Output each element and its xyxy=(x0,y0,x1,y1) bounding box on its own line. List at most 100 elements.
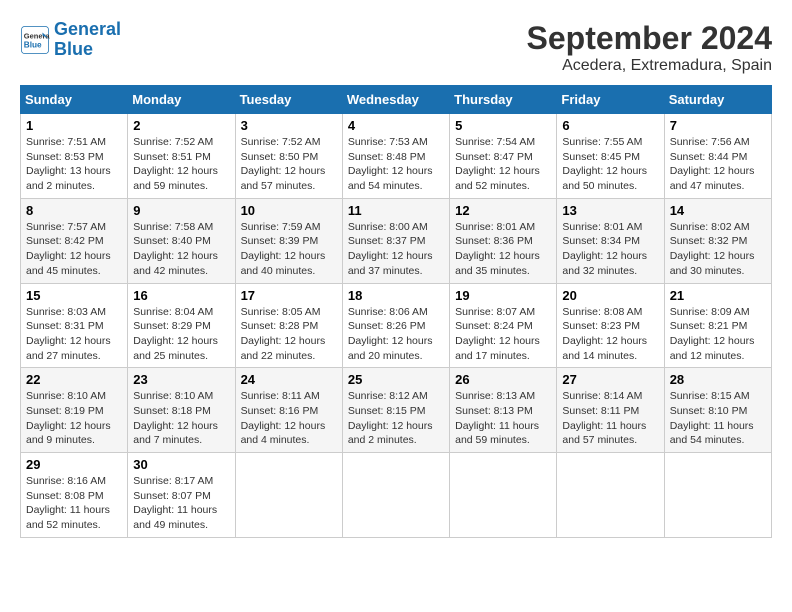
day-number: 21 xyxy=(670,288,766,303)
calendar-cell: 20 Sunrise: 8:08 AMSunset: 8:23 PMDaylig… xyxy=(557,283,664,368)
day-number: 23 xyxy=(133,372,229,387)
day-number: 15 xyxy=(26,288,122,303)
calendar-cell: 5 Sunrise: 7:54 AMSunset: 8:47 PMDayligh… xyxy=(450,114,557,199)
svg-text:Blue: Blue xyxy=(24,40,42,49)
day-number: 12 xyxy=(455,203,551,218)
day-info: Sunrise: 8:15 AMSunset: 8:10 PMDaylight:… xyxy=(670,389,766,448)
day-info: Sunrise: 8:00 AMSunset: 8:37 PMDaylight:… xyxy=(348,220,444,279)
calendar-cell: 13 Sunrise: 8:01 AMSunset: 8:34 PMDaylig… xyxy=(557,198,664,283)
calendar-week-row: 22 Sunrise: 8:10 AMSunset: 8:19 PMDaylig… xyxy=(21,368,772,453)
calendar-cell: 28 Sunrise: 8:15 AMSunset: 8:10 PMDaylig… xyxy=(664,368,771,453)
day-info: Sunrise: 8:03 AMSunset: 8:31 PMDaylight:… xyxy=(26,305,122,364)
weekday-header-thursday: Thursday xyxy=(450,86,557,114)
day-info: Sunrise: 8:14 AMSunset: 8:11 PMDaylight:… xyxy=(562,389,658,448)
day-info: Sunrise: 8:04 AMSunset: 8:29 PMDaylight:… xyxy=(133,305,229,364)
day-number: 26 xyxy=(455,372,551,387)
day-number: 13 xyxy=(562,203,658,218)
calendar-table: SundayMondayTuesdayWednesdayThursdayFrid… xyxy=(20,85,772,538)
day-info: Sunrise: 7:51 AMSunset: 8:53 PMDaylight:… xyxy=(26,135,122,194)
day-number: 29 xyxy=(26,457,122,472)
calendar-cell xyxy=(450,453,557,538)
day-info: Sunrise: 7:52 AMSunset: 8:50 PMDaylight:… xyxy=(241,135,337,194)
day-number: 28 xyxy=(670,372,766,387)
calendar-cell: 30 Sunrise: 8:17 AMSunset: 8:07 PMDaylig… xyxy=(128,453,235,538)
day-number: 14 xyxy=(670,203,766,218)
calendar-cell: 10 Sunrise: 7:59 AMSunset: 8:39 PMDaylig… xyxy=(235,198,342,283)
calendar-cell: 24 Sunrise: 8:11 AMSunset: 8:16 PMDaylig… xyxy=(235,368,342,453)
calendar-cell: 16 Sunrise: 8:04 AMSunset: 8:29 PMDaylig… xyxy=(128,283,235,368)
calendar-cell: 21 Sunrise: 8:09 AMSunset: 8:21 PMDaylig… xyxy=(664,283,771,368)
weekday-header-wednesday: Wednesday xyxy=(342,86,449,114)
day-info: Sunrise: 8:12 AMSunset: 8:15 PMDaylight:… xyxy=(348,389,444,448)
day-info: Sunrise: 7:55 AMSunset: 8:45 PMDaylight:… xyxy=(562,135,658,194)
day-number: 9 xyxy=(133,203,229,218)
day-info: Sunrise: 7:59 AMSunset: 8:39 PMDaylight:… xyxy=(241,220,337,279)
day-info: Sunrise: 8:01 AMSunset: 8:34 PMDaylight:… xyxy=(562,220,658,279)
calendar-cell: 19 Sunrise: 8:07 AMSunset: 8:24 PMDaylig… xyxy=(450,283,557,368)
day-number: 25 xyxy=(348,372,444,387)
calendar-cell: 26 Sunrise: 8:13 AMSunset: 8:13 PMDaylig… xyxy=(450,368,557,453)
day-number: 19 xyxy=(455,288,551,303)
day-info: Sunrise: 8:16 AMSunset: 8:08 PMDaylight:… xyxy=(26,474,122,533)
day-info: Sunrise: 8:02 AMSunset: 8:32 PMDaylight:… xyxy=(670,220,766,279)
calendar-cell: 15 Sunrise: 8:03 AMSunset: 8:31 PMDaylig… xyxy=(21,283,128,368)
calendar-cell: 18 Sunrise: 8:06 AMSunset: 8:26 PMDaylig… xyxy=(342,283,449,368)
day-number: 6 xyxy=(562,118,658,133)
calendar-title: September 2024 xyxy=(527,20,772,57)
day-info: Sunrise: 8:08 AMSunset: 8:23 PMDaylight:… xyxy=(562,305,658,364)
day-number: 7 xyxy=(670,118,766,133)
day-info: Sunrise: 8:07 AMSunset: 8:24 PMDaylight:… xyxy=(455,305,551,364)
weekday-header-sunday: Sunday xyxy=(21,86,128,114)
weekday-header-tuesday: Tuesday xyxy=(235,86,342,114)
calendar-cell: 17 Sunrise: 8:05 AMSunset: 8:28 PMDaylig… xyxy=(235,283,342,368)
logo: General Blue General Blue xyxy=(20,20,121,60)
day-number: 24 xyxy=(241,372,337,387)
day-info: Sunrise: 8:17 AMSunset: 8:07 PMDaylight:… xyxy=(133,474,229,533)
day-info: Sunrise: 8:01 AMSunset: 8:36 PMDaylight:… xyxy=(455,220,551,279)
day-info: Sunrise: 8:05 AMSunset: 8:28 PMDaylight:… xyxy=(241,305,337,364)
calendar-cell: 9 Sunrise: 7:58 AMSunset: 8:40 PMDayligh… xyxy=(128,198,235,283)
day-info: Sunrise: 8:09 AMSunset: 8:21 PMDaylight:… xyxy=(670,305,766,364)
calendar-cell xyxy=(557,453,664,538)
day-info: Sunrise: 8:11 AMSunset: 8:16 PMDaylight:… xyxy=(241,389,337,448)
day-number: 3 xyxy=(241,118,337,133)
weekday-header-monday: Monday xyxy=(128,86,235,114)
calendar-subtitle: Acedera, Extremadura, Spain xyxy=(527,57,772,75)
calendar-cell: 11 Sunrise: 8:00 AMSunset: 8:37 PMDaylig… xyxy=(342,198,449,283)
calendar-cell: 8 Sunrise: 7:57 AMSunset: 8:42 PMDayligh… xyxy=(21,198,128,283)
day-info: Sunrise: 7:57 AMSunset: 8:42 PMDaylight:… xyxy=(26,220,122,279)
calendar-cell: 7 Sunrise: 7:56 AMSunset: 8:44 PMDayligh… xyxy=(664,114,771,199)
weekday-header-friday: Friday xyxy=(557,86,664,114)
day-info: Sunrise: 8:06 AMSunset: 8:26 PMDaylight:… xyxy=(348,305,444,364)
day-info: Sunrise: 8:10 AMSunset: 8:18 PMDaylight:… xyxy=(133,389,229,448)
day-number: 20 xyxy=(562,288,658,303)
calendar-cell: 2 Sunrise: 7:52 AMSunset: 8:51 PMDayligh… xyxy=(128,114,235,199)
day-number: 27 xyxy=(562,372,658,387)
calendar-cell: 4 Sunrise: 7:53 AMSunset: 8:48 PMDayligh… xyxy=(342,114,449,199)
weekday-header-saturday: Saturday xyxy=(664,86,771,114)
calendar-week-row: 15 Sunrise: 8:03 AMSunset: 8:31 PMDaylig… xyxy=(21,283,772,368)
day-number: 8 xyxy=(26,203,122,218)
day-info: Sunrise: 7:52 AMSunset: 8:51 PMDaylight:… xyxy=(133,135,229,194)
calendar-cell xyxy=(235,453,342,538)
calendar-cell: 27 Sunrise: 8:14 AMSunset: 8:11 PMDaylig… xyxy=(557,368,664,453)
calendar-cell: 3 Sunrise: 7:52 AMSunset: 8:50 PMDayligh… xyxy=(235,114,342,199)
calendar-cell xyxy=(664,453,771,538)
svg-text:General: General xyxy=(24,31,50,40)
calendar-cell: 1 Sunrise: 7:51 AMSunset: 8:53 PMDayligh… xyxy=(21,114,128,199)
calendar-cell: 6 Sunrise: 7:55 AMSunset: 8:45 PMDayligh… xyxy=(557,114,664,199)
logo-blue: Blue xyxy=(54,39,93,59)
day-info: Sunrise: 8:10 AMSunset: 8:19 PMDaylight:… xyxy=(26,389,122,448)
day-info: Sunrise: 7:56 AMSunset: 8:44 PMDaylight:… xyxy=(670,135,766,194)
day-number: 4 xyxy=(348,118,444,133)
logo-general: General xyxy=(54,19,121,39)
day-number: 2 xyxy=(133,118,229,133)
title-block: September 2024 Acedera, Extremadura, Spa… xyxy=(527,20,772,75)
day-number: 22 xyxy=(26,372,122,387)
day-number: 17 xyxy=(241,288,337,303)
header: General Blue General Blue September 2024… xyxy=(20,20,772,75)
calendar-header-row: SundayMondayTuesdayWednesdayThursdayFrid… xyxy=(21,86,772,114)
calendar-cell: 23 Sunrise: 8:10 AMSunset: 8:18 PMDaylig… xyxy=(128,368,235,453)
day-number: 1 xyxy=(26,118,122,133)
calendar-cell: 14 Sunrise: 8:02 AMSunset: 8:32 PMDaylig… xyxy=(664,198,771,283)
